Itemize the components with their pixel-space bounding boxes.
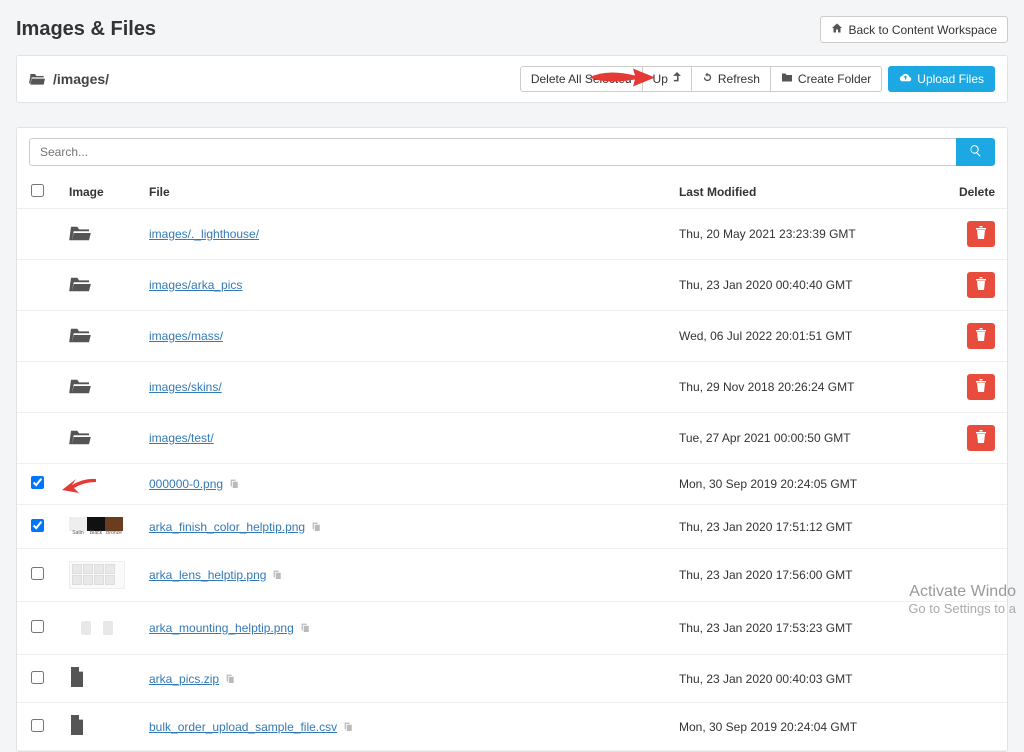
delete-row-button[interactable] (967, 272, 995, 298)
search-button[interactable] (956, 138, 995, 166)
table-row: images/skins/Thu, 29 Nov 2018 20:26:24 G… (17, 362, 1007, 413)
row-checkbox[interactable] (31, 620, 44, 633)
table-row: 000000-0.png Mon, 30 Sep 2019 20:24:05 GM… (17, 464, 1007, 505)
col-delete: Delete (947, 176, 1007, 209)
breadcrumb: /images/ (29, 71, 109, 88)
row-checkbox[interactable] (31, 476, 44, 489)
table-row: SatinBlackBronze arka_finish_color_helpti… (17, 505, 1007, 549)
page-title: Images & Files (16, 18, 156, 41)
row-checkbox[interactable] (31, 671, 44, 684)
table-row: bulk_order_upload_sample_file.csv Mon, 30… (17, 703, 1007, 751)
file-list-panel: Image File Last Modified Delete images/.… (16, 127, 1008, 752)
modified-cell: Thu, 23 Jan 2020 17:56:00 GMT (667, 549, 947, 602)
thumbnail (69, 671, 85, 685)
search-icon (969, 144, 982, 160)
breadcrumb-path: /images/ (53, 71, 109, 87)
file-icon (69, 667, 85, 690)
modified-cell: Thu, 23 Jan 2020 17:51:12 GMT (667, 505, 947, 549)
modified-cell: Thu, 29 Nov 2018 20:26:24 GMT (667, 362, 947, 413)
file-link[interactable]: arka_finish_color_helptip.png (149, 520, 305, 534)
delete-row-button[interactable] (967, 323, 995, 349)
table-row: arka_pics.zip Thu, 23 Jan 2020 00:40:03 G… (17, 655, 1007, 703)
copy-icon[interactable] (225, 674, 235, 686)
file-icon (69, 715, 85, 738)
up-button[interactable]: Up (642, 66, 692, 92)
col-image: Image (57, 176, 137, 209)
file-link[interactable]: arka_lens_helptip.png (149, 568, 266, 582)
upload-files-button[interactable]: Upload Files (888, 66, 995, 92)
folder-open-icon (69, 224, 91, 245)
modified-cell: Mon, 30 Sep 2019 20:24:05 GMT (667, 464, 947, 505)
modified-cell: Thu, 20 May 2021 23:23:39 GMT (667, 209, 947, 260)
thumbnail (69, 719, 85, 733)
copy-icon[interactable] (229, 479, 239, 491)
table-row: arka_mounting_helptip.png Thu, 23 Jan 202… (17, 602, 1007, 655)
path-toolbar: /images/ Delete All Selected Up Refresh (16, 55, 1008, 103)
row-checkbox[interactable] (31, 567, 44, 580)
delete-row-button[interactable] (967, 221, 995, 247)
copy-icon[interactable] (343, 722, 353, 734)
delete-row-button[interactable] (967, 374, 995, 400)
delete-row-button[interactable] (967, 425, 995, 451)
thumbnail: SatinBlackBronze (69, 517, 125, 536)
trash-icon (975, 379, 987, 395)
trash-icon (975, 277, 987, 293)
trash-icon (975, 226, 987, 242)
file-link[interactable]: images/._lighthouse/ (149, 227, 259, 241)
file-link[interactable]: bulk_order_upload_sample_file.csv (149, 720, 337, 734)
folder-open-icon (69, 377, 91, 398)
copy-icon[interactable] (311, 522, 321, 534)
copy-icon[interactable] (300, 623, 310, 635)
col-file: File (137, 176, 667, 209)
file-link[interactable]: images/mass/ (149, 329, 223, 343)
back-label: Back to Content Workspace (848, 23, 997, 37)
file-link[interactable]: 000000-0.png (149, 477, 223, 491)
modified-cell: Thu, 23 Jan 2020 00:40:40 GMT (667, 260, 947, 311)
copy-icon[interactable] (272, 570, 282, 582)
search-input[interactable] (29, 138, 956, 166)
home-icon (831, 22, 843, 37)
create-folder-label: Create Folder (798, 72, 871, 86)
folder-open-icon (69, 275, 91, 296)
select-all-checkbox[interactable] (31, 184, 44, 197)
file-link[interactable]: images/skins/ (149, 380, 222, 394)
up-label: Up (653, 72, 668, 86)
refresh-button[interactable]: Refresh (691, 66, 771, 92)
table-row: images/._lighthouse/Thu, 20 May 2021 23:… (17, 209, 1007, 260)
modified-cell: Thu, 23 Jan 2020 00:40:03 GMT (667, 655, 947, 703)
back-to-workspace-button[interactable]: Back to Content Workspace (820, 16, 1008, 43)
folder-open-icon (29, 71, 45, 88)
folder-open-icon (69, 326, 91, 347)
row-checkbox[interactable] (31, 719, 44, 732)
file-link[interactable]: images/test/ (149, 431, 214, 445)
row-checkbox[interactable] (31, 519, 44, 532)
folder-icon (781, 72, 793, 86)
table-row: images/arka_pics Thu, 23 Jan 2020 00:40:4… (17, 260, 1007, 311)
delete-selected-button[interactable]: Delete All Selected (520, 66, 643, 92)
table-row: images/test/Tue, 27 Apr 2021 00:00:50 GM… (17, 413, 1007, 464)
folder-open-icon (69, 428, 91, 449)
modified-cell: Tue, 27 Apr 2021 00:00:50 GMT (667, 413, 947, 464)
refresh-icon (702, 72, 713, 86)
col-modified: Last Modified (667, 176, 947, 209)
thumbnail (69, 614, 125, 642)
table-row: images/mass/Wed, 06 Jul 2022 20:01:51 GM… (17, 311, 1007, 362)
file-link[interactable]: arka_pics.zip (149, 672, 219, 686)
create-folder-button[interactable]: Create Folder (770, 66, 882, 92)
file-link[interactable]: arka_mounting_helptip.png (149, 621, 294, 635)
level-up-icon (673, 72, 681, 86)
upload-label: Upload Files (917, 72, 984, 86)
trash-icon (975, 430, 987, 446)
refresh-label: Refresh (718, 72, 760, 86)
thumbnail (69, 561, 125, 589)
trash-icon (975, 328, 987, 344)
file-table: Image File Last Modified Delete images/.… (17, 176, 1007, 751)
modified-cell: Wed, 06 Jul 2022 20:01:51 GMT (667, 311, 947, 362)
table-row: arka_lens_helptip.png Thu, 23 Jan 2020 17… (17, 549, 1007, 602)
modified-cell: Thu, 23 Jan 2020 17:53:23 GMT (667, 602, 947, 655)
modified-cell: Mon, 30 Sep 2019 20:24:04 GMT (667, 703, 947, 751)
file-link[interactable]: images/arka_pics (149, 278, 242, 292)
cloud-upload-icon (899, 72, 912, 86)
